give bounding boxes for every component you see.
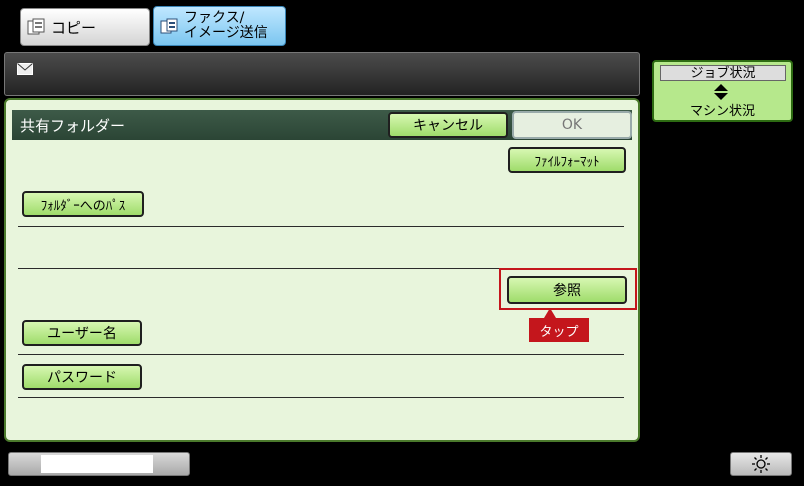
machine-status-label: マシン状況 [689,104,755,119]
toggle-updown-icon [714,84,728,100]
panel-title-bar: 共有フォルダー キャンセル OK [12,110,632,140]
tap-callout: タップ [529,318,589,342]
job-status-label: ジョブ状況 [660,65,786,81]
tab-copy-label: コピー [51,18,97,37]
job-status-button[interactable]: ジョブ状況 マシン状況 [652,60,793,122]
copy-icon [27,18,45,35]
brightness-button[interactable] [730,452,792,476]
user-name-divider [18,354,624,355]
scroll-slider[interactable] [8,452,190,476]
tab-copy[interactable]: コピー [20,8,150,46]
address-header-bar [4,52,640,96]
tab-fax-label: ファクス/ イメージ送信 [184,10,268,41]
cancel-button[interactable]: キャンセル [388,112,508,138]
mail-icon [17,63,33,75]
password-divider [18,397,624,398]
sun-icon [752,455,770,473]
password-button[interactable]: パスワード [22,364,142,390]
panel-title: 共有フォルダー [20,117,126,135]
tap-callout-pointer [544,308,556,318]
browse-highlight-frame [499,268,637,310]
folder-path-button[interactable]: ﾌｫﾙﾀﾞｰへのﾊﾟｽ [22,191,144,217]
tab-fax-image-send[interactable]: ファクス/ イメージ送信 [153,6,286,46]
user-name-button[interactable]: ユーザー名 [22,320,142,346]
ok-button[interactable]: OK [512,111,632,139]
file-format-button[interactable]: ﾌｧｲﾙﾌｫｰﾏｯﾄ [508,147,626,173]
slider-fill [41,455,153,473]
folder-path-divider [18,226,624,227]
fax-icon [160,18,178,34]
